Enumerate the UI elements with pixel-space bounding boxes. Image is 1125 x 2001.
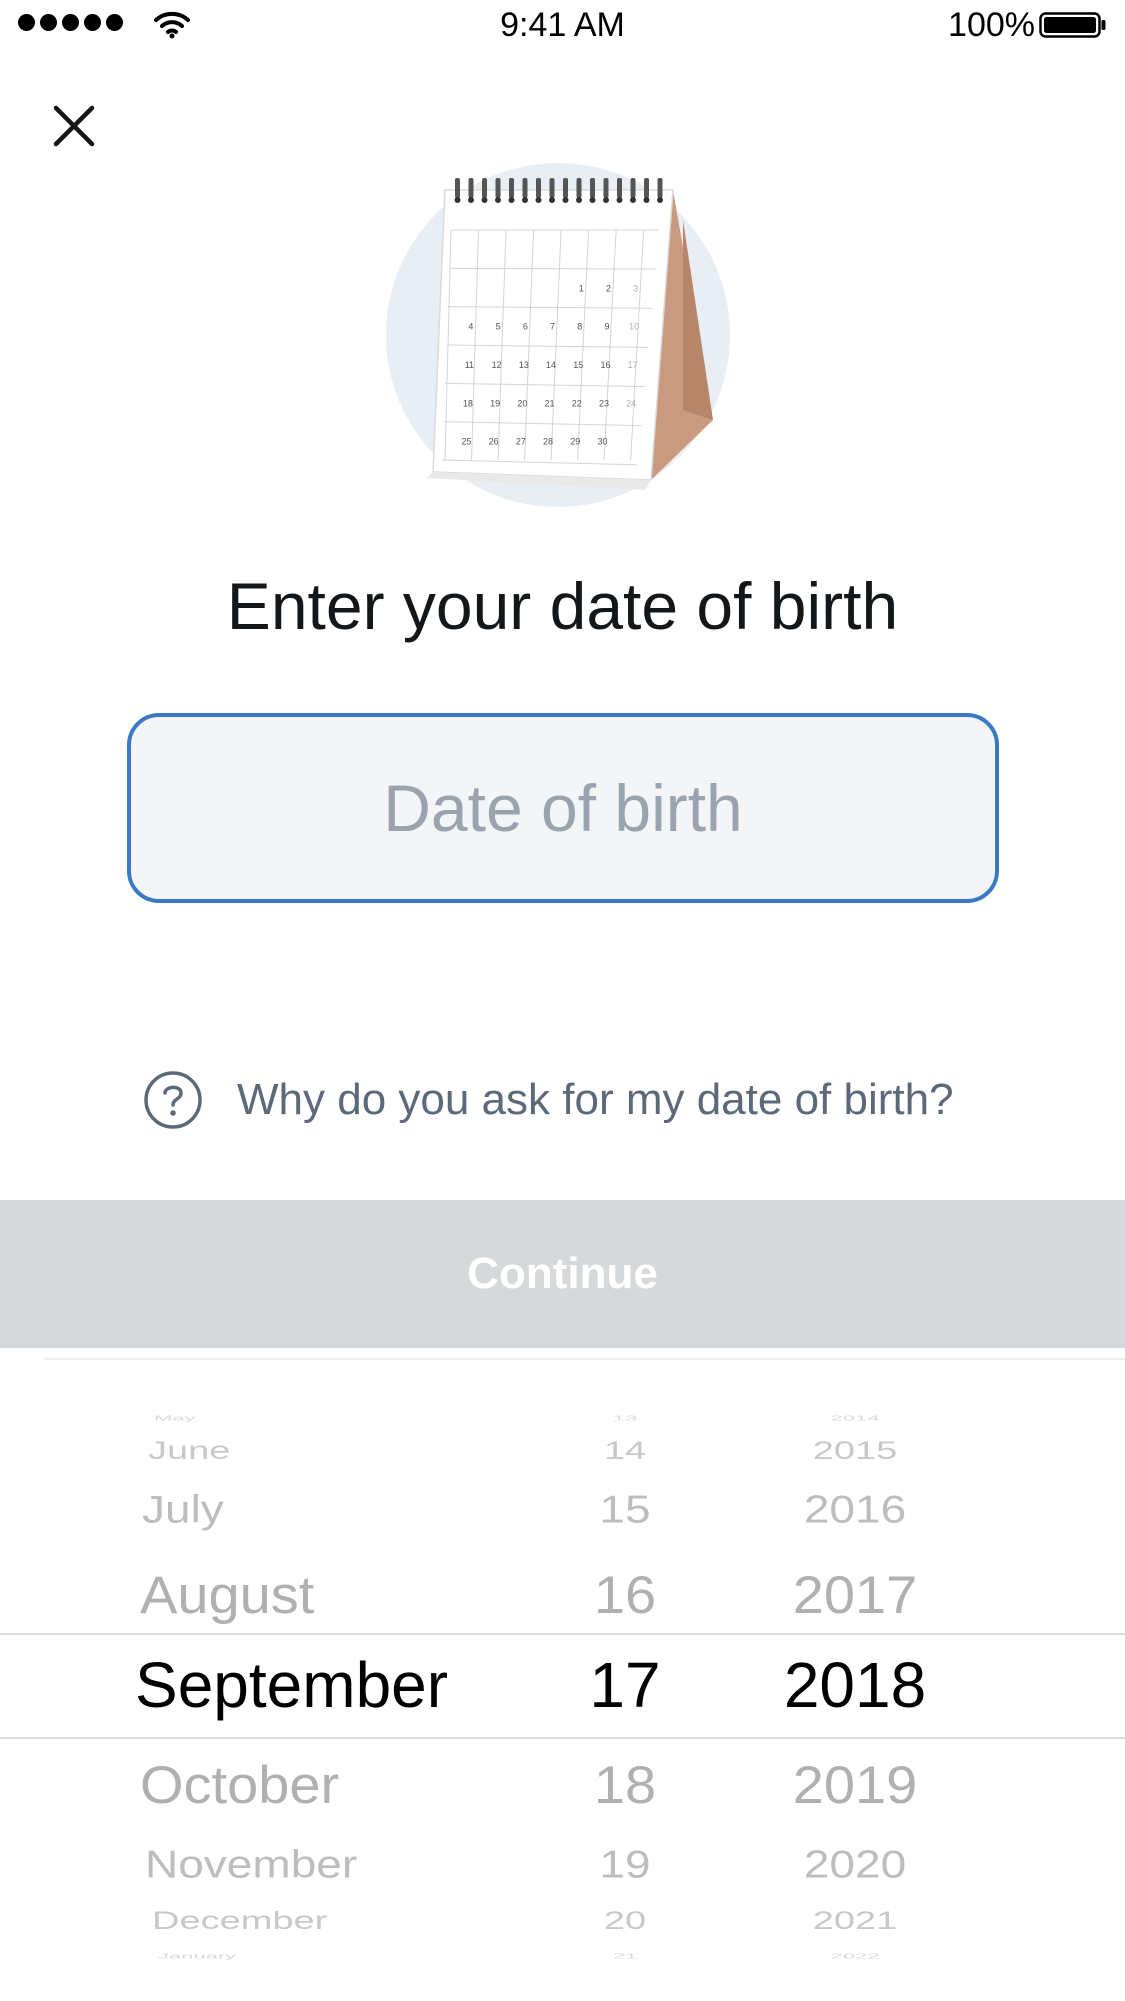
day-option[interactable]: 19 [565, 1842, 685, 1889]
day-option[interactable]: 18 [565, 1753, 685, 1817]
year-option[interactable]: 2022 [755, 1951, 955, 1960]
day-option[interactable]: 13 [565, 1413, 685, 1422]
year-option-selected[interactable]: 2018 [755, 1647, 955, 1724]
year-option[interactable]: 2019 [755, 1753, 955, 1817]
day-option-selected[interactable]: 17 [565, 1647, 685, 1724]
calendar-day-number: 17 [628, 360, 638, 370]
calendar-day-number: 21 [545, 398, 555, 408]
month-option[interactable]: November [145, 1842, 535, 1889]
calendar-day-number: 28 [543, 437, 553, 447]
month-option-selected[interactable]: September [135, 1647, 525, 1724]
month-option[interactable]: December [152, 1907, 542, 1937]
close-button[interactable] [44, 96, 104, 156]
calendar-day-number: 18 [463, 398, 473, 408]
day-option[interactable]: 21 [565, 1951, 685, 1960]
year-option[interactable]: 2017 [755, 1563, 955, 1627]
calendar-day-number: 27 [516, 437, 526, 447]
continue-button[interactable]: Continue [0, 1200, 1125, 1348]
calendar-illustration: 1 2 34 5 6 7 8 9 1011 12 13 14 15 16 1718 19 20 21 22 23 242… [386, 163, 730, 507]
calendar-day-number: 15 [573, 360, 583, 370]
year-option[interactable]: 2015 [755, 1437, 955, 1467]
calendar-day-number: 4 [468, 322, 473, 332]
calendar-day-number: 13 [519, 360, 529, 370]
year-option[interactable]: 2021 [755, 1907, 955, 1937]
date-of-birth-input[interactable] [131, 769, 995, 847]
battery-percentage: 100% [948, 6, 1035, 44]
year-wheel[interactable]: 2014 2015 2016 2017 2018 2019 2020 2021 2022 [755, 1400, 955, 1980]
calendar-day-number: 22 [572, 398, 582, 408]
calendar-day-number: 7 [550, 322, 555, 332]
calendar-day-number: 19 [490, 398, 500, 408]
calendar-day-number: 11 [465, 360, 474, 370]
month-wheel[interactable]: May June July August September October Novembe… [135, 1400, 532, 1980]
calendar-day-number: 5 [496, 322, 501, 332]
month-option[interactable]: October [140, 1753, 530, 1817]
day-option[interactable]: 14 [565, 1437, 685, 1467]
day-option[interactable]: 20 [565, 1907, 685, 1937]
calendar-day-number: 29 [570, 437, 580, 447]
date-picker-wheel[interactable]: May June July August September October Novembe… [0, 1400, 1125, 1980]
question-circle-icon[interactable] [143, 1070, 203, 1130]
year-option[interactable]: 2014 [755, 1413, 955, 1422]
month-option[interactable]: July [142, 1487, 532, 1534]
month-option[interactable]: May [154, 1413, 544, 1422]
divider [44, 1358, 1125, 1360]
calendar-day-number: 9 [604, 322, 609, 332]
calendar-day-number: 8 [577, 322, 582, 332]
month-option[interactable]: August [140, 1563, 530, 1627]
day-wheel[interactable]: 13 14 15 16 17 18 19 20 21 [565, 1400, 685, 1980]
year-option[interactable]: 2020 [755, 1842, 955, 1889]
calendar-day-number: 30 [597, 437, 607, 447]
month-option[interactable]: January [158, 1951, 548, 1960]
date-of-birth-field[interactable] [127, 713, 999, 903]
help-link-label[interactable]: Why do you ask for my date of birth? [237, 1075, 954, 1125]
calendar-day-number: 12 [492, 360, 502, 370]
calendar-day-number: 26 [489, 437, 499, 447]
year-option[interactable]: 2016 [755, 1487, 955, 1534]
calendar-day-number: 6 [523, 322, 528, 332]
calendar-day-number: 20 [517, 398, 527, 408]
day-option[interactable]: 16 [565, 1563, 685, 1627]
day-option[interactable]: 15 [565, 1487, 685, 1534]
status-bar: 9:41 AM 100% [0, 0, 1125, 52]
close-icon[interactable] [52, 104, 96, 148]
battery-icon [1039, 12, 1106, 38]
calendar-day-number: 3 [633, 283, 638, 293]
calendar-day-number: 23 [599, 398, 609, 408]
calendar-day-number: 24 [626, 398, 636, 408]
page-title: Enter your date of birth [226, 569, 899, 643]
calendar-day-number: 16 [600, 360, 610, 370]
calendar-day-number: 2 [606, 283, 611, 293]
calendar-day-number: 25 [461, 437, 471, 447]
month-option[interactable]: June [148, 1437, 538, 1467]
why-dob-help-link[interactable]: Why do you ask for my date of birth? [143, 1065, 954, 1135]
calendar-day-number: 10 [629, 322, 639, 332]
calendar-day-number: 14 [546, 360, 556, 370]
calendar-day-number: 1 [579, 283, 584, 293]
